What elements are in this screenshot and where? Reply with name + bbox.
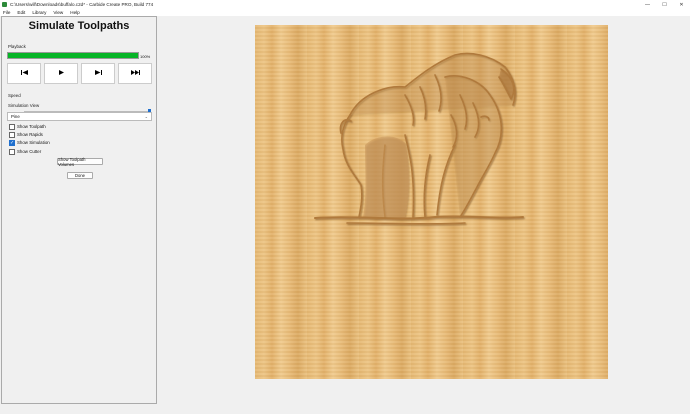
chevron-down-icon: ⌄ [144,114,148,119]
window-controls: — ☐ ✕ [639,0,690,9]
status-bar [0,404,690,414]
menu-file[interactable]: File [3,10,10,15]
menu-bar: File Edit Library View Help [0,9,690,16]
simulation-view-select[interactable]: Pine ⌄ [7,112,152,121]
done-button[interactable]: Done [67,172,93,179]
window-title: C:\Users\will\Downloads\buffalo.c2d* - C… [10,2,154,7]
show-toolpath-label: Show Toolpath [17,124,46,129]
buffalo-carving [314,52,524,225]
app-icon [2,2,7,7]
play-icon [58,70,64,77]
wood-stock-preview[interactable] [255,25,608,379]
playback-progress-bar [7,52,139,59]
show-rapids-checkbox[interactable] [9,132,15,138]
speed-label: Speed [8,93,21,98]
show-simulation-label: Show Simulation [17,140,50,145]
show-rapids-label: Show Rapids [17,132,43,137]
close-button[interactable]: ✕ [673,0,690,9]
play-button[interactable] [44,63,78,84]
skip-end-button[interactable] [118,63,152,84]
menu-edit[interactable]: Edit [17,10,25,15]
checkmark-icon: ✓ [10,140,15,146]
skip-forward-icon [130,70,140,77]
simulation-view-value: Pine [11,114,20,119]
menu-library[interactable]: Library [32,10,46,15]
panel-title: Simulate Toolpaths [28,20,130,32]
step-forward-icon [94,70,102,77]
step-forward-button[interactable] [81,63,115,84]
progress-fill [8,53,138,58]
menu-view[interactable]: View [53,10,63,15]
simulation-view-label: Simulation View [8,103,40,108]
menu-help[interactable]: Help [70,10,79,15]
simulate-panel: Simulate Toolpaths Playback 100% Speed S… [1,16,157,404]
rewind-button[interactable] [7,63,41,84]
playback-label: Playback [8,44,26,49]
show-cutter-label: Show Cutter [17,149,42,154]
minimize-button[interactable]: — [639,0,656,9]
show-simulation-checkbox[interactable]: ✓ [9,140,15,146]
show-toolpath-volumes-button[interactable]: Show Toolpath Volumes [57,157,103,167]
show-toolpath-checkbox[interactable] [9,124,15,130]
progress-percent: 100% [140,54,151,59]
skip-back-icon [20,70,28,77]
show-cutter-checkbox[interactable] [9,149,15,155]
title-bar: C:\Users\will\Downloads\buffalo.c2d* - C… [0,0,690,9]
maximize-button[interactable]: ☐ [656,0,673,9]
